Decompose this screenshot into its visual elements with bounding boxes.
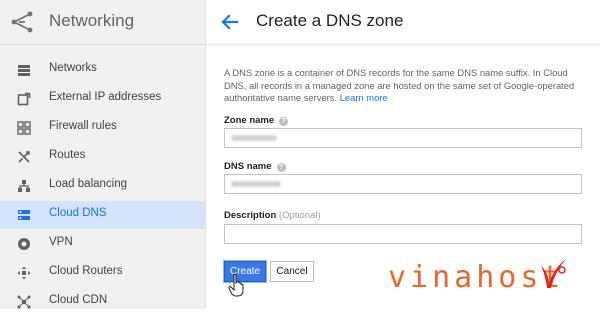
vinahost-watermark: vinahost — [380, 256, 580, 304]
sidebar-item-cloud-routers[interactable]: Cloud Routers — [0, 259, 205, 287]
dns-name-input[interactable] — [224, 174, 582, 194]
sidebar: Networking Networks External IP addresse… — [0, 0, 206, 309]
zone-name-label: Zone name? — [224, 115, 289, 126]
description-label-text: Description — [224, 210, 277, 221]
cloud-cdn-icon — [17, 295, 31, 309]
sidebar-item-external-ip[interactable]: External IP addresses — [0, 85, 205, 113]
zone-description-text: A DNS zone is a container of DNS records… — [224, 67, 584, 105]
sidebar-item-load-balancing[interactable]: Load balancing — [0, 172, 205, 200]
sidebar-item-label: Routes — [49, 149, 86, 161]
dns-name-label: DNS name? — [224, 161, 286, 172]
sidebar-item-vpn[interactable]: VPN — [0, 230, 205, 258]
external-ip-icon — [17, 92, 31, 106]
description-label: Description (Optional) — [224, 210, 321, 221]
sidebar-item-routes[interactable]: Routes — [0, 143, 205, 171]
redacted-value — [231, 181, 281, 187]
sidebar-item-label: Networks — [49, 62, 97, 74]
sidebar-item-label: Cloud DNS — [49, 207, 107, 219]
description-input[interactable] — [224, 224, 582, 244]
sidebar-item-label: External IP addresses — [49, 91, 162, 103]
networks-icon — [18, 65, 30, 76]
cancel-button[interactable]: Cancel — [270, 261, 314, 282]
help-icon[interactable]: ? — [276, 163, 286, 172]
sidebar-item-label: VPN — [49, 236, 73, 248]
sidebar-item-label: Cloud CDN — [49, 294, 108, 306]
sidebar-header: Networking — [0, 0, 205, 45]
page-header: Create a DNS zone — [206, 0, 600, 45]
sidebar-item-label: Cloud Routers — [49, 265, 123, 277]
back-arrow-icon[interactable] — [218, 11, 240, 33]
hand-cursor-icon — [228, 273, 244, 297]
redacted-value — [231, 135, 277, 141]
dns-name-label-text: DNS name — [224, 161, 272, 172]
sidebar-title: Networking — [49, 11, 135, 30]
sidebar-item-firewall-rules[interactable]: Firewall rules — [0, 114, 205, 142]
sidebar-item-label: Firewall rules — [49, 120, 117, 132]
description-body: A DNS zone is a container of DNS records… — [224, 67, 575, 103]
sidebar-item-label: Load balancing — [49, 178, 128, 190]
vpn-icon — [18, 238, 30, 250]
help-icon[interactable]: ? — [279, 117, 289, 126]
zone-name-input[interactable] — [224, 128, 582, 148]
networking-icon — [11, 11, 33, 33]
page-title: Create a DNS zone — [256, 11, 404, 30]
sidebar-item-cloud-cdn[interactable]: Cloud CDN — [0, 288, 205, 316]
cloud-dns-icon — [18, 210, 30, 220]
routes-icon — [18, 151, 30, 163]
zone-name-label-text: Zone name — [224, 115, 275, 126]
sidebar-item-cloud-dns[interactable]: Cloud DNS — [0, 201, 205, 229]
checkmark-logo-icon — [541, 259, 566, 288]
cloud-routers-icon — [17, 266, 31, 280]
firewall-icon — [17, 121, 31, 135]
optional-hint: (Optional) — [278, 210, 321, 221]
sidebar-item-networks[interactable]: Networks — [0, 56, 205, 84]
load-balancing-icon — [18, 180, 30, 192]
learn-more-link[interactable]: Learn more — [340, 92, 388, 103]
